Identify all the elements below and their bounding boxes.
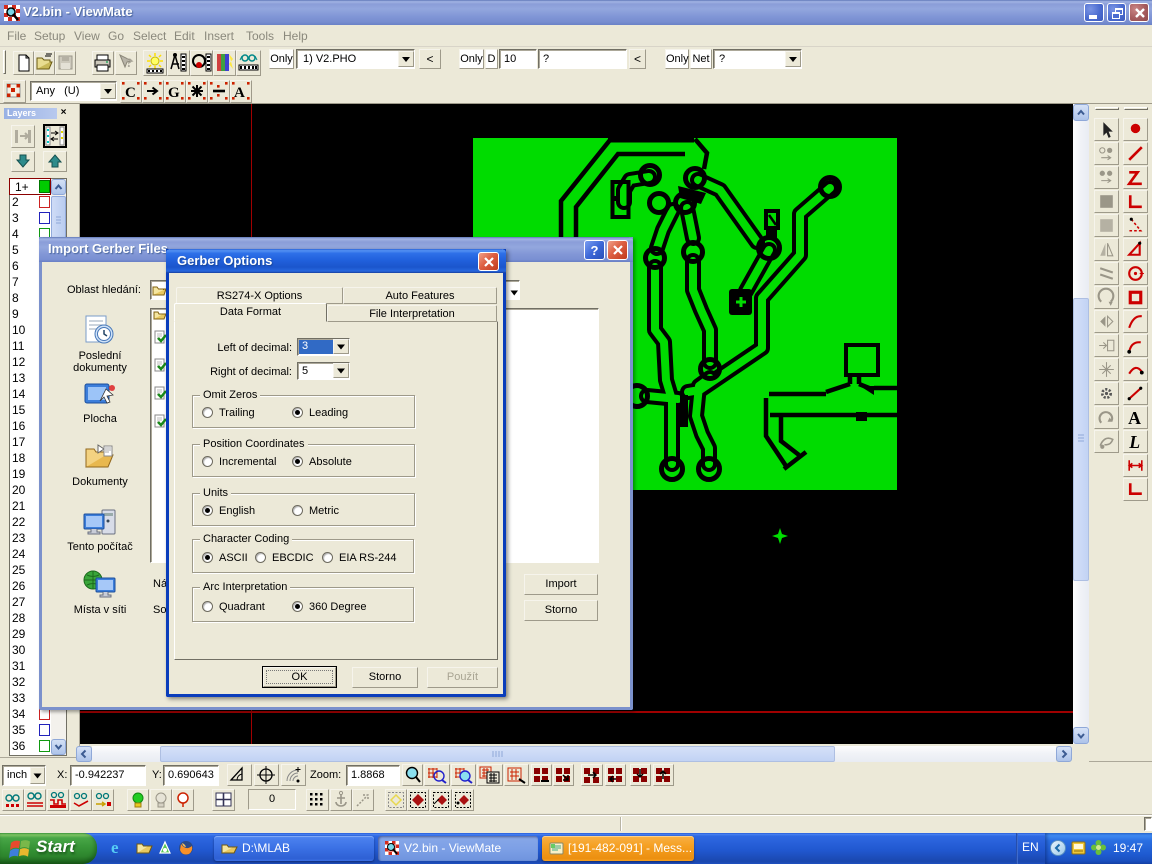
svg-text:A: A [1128, 408, 1141, 428]
svg-text:G: G [168, 85, 180, 101]
svg-text:L: L [1128, 432, 1140, 452]
svg-text:A: A [234, 85, 245, 101]
svg-text:?: ? [126, 55, 133, 70]
svg-text:C: C [125, 85, 136, 101]
